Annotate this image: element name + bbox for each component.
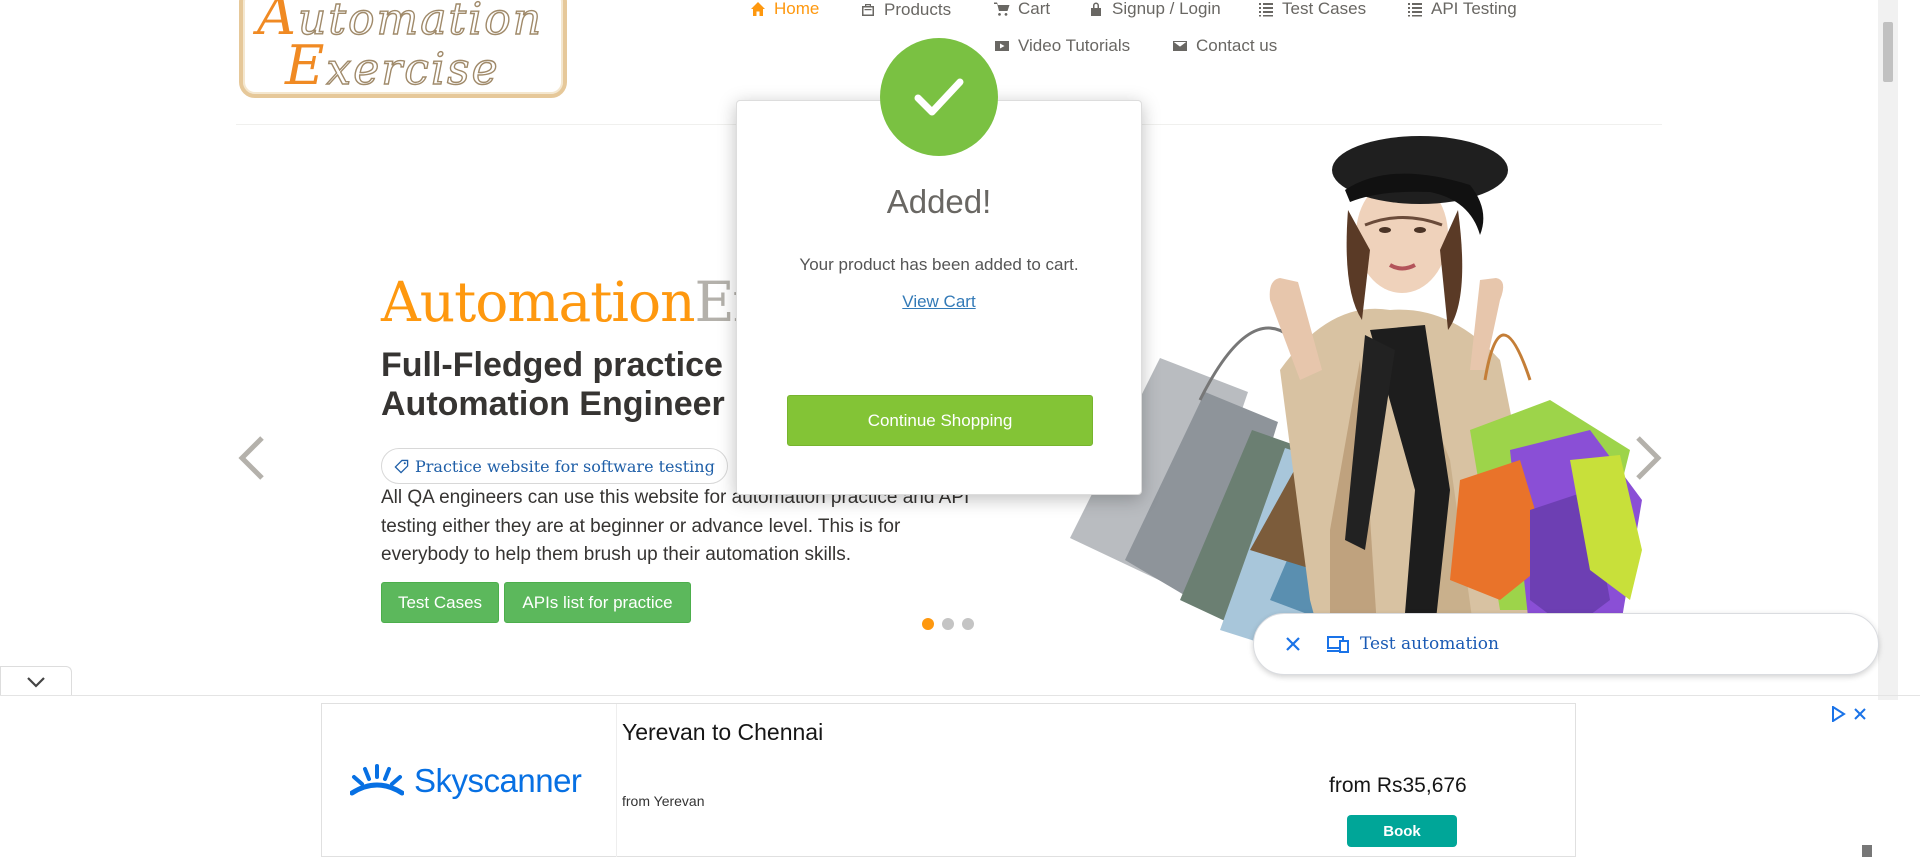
nav-home[interactable]: Home (750, 0, 819, 19)
apis-list-button[interactable]: APIs list for practice (504, 582, 691, 623)
cart-icon (994, 2, 1010, 16)
slider-dot[interactable] (962, 618, 974, 630)
modal-message: Your product has been added to cart. (799, 255, 1079, 274)
modal-title: Added! (886, 183, 992, 220)
sunrise-icon (350, 764, 404, 796)
tag-icon (394, 459, 409, 474)
home-icon (751, 2, 765, 16)
logo-line-2: Exercise (285, 34, 500, 97)
page-scrollbar[interactable] (1878, 0, 1898, 700)
site-logo[interactable]: Automation Exercise (239, 0, 567, 98)
scrollbar-thumb[interactable] (1883, 22, 1893, 82)
test-cases-button[interactable]: Test Cases (381, 582, 499, 623)
slider-brand: AutomationEx (381, 270, 765, 334)
main-nav: Home Products Cart Signup / Login Test C… (740, 0, 1640, 70)
list-icon (1259, 3, 1273, 17)
chevron-down-icon (27, 676, 45, 688)
adchoices-icon[interactable] (1830, 706, 1846, 722)
nav-signup-login[interactable]: Signup / Login (1088, 0, 1221, 19)
ad-brand-name: Skyscanner (414, 762, 582, 799)
view-cart-link[interactable]: View Cart (902, 292, 975, 311)
ad-divider (0, 695, 1920, 696)
close-icon (1286, 637, 1300, 651)
collapse-ad-button[interactable] (0, 666, 72, 696)
slider-dot[interactable] (922, 618, 934, 630)
slider-dot[interactable] (942, 618, 954, 630)
products-icon (862, 4, 874, 16)
ad-book-button[interactable]: Book (1347, 815, 1457, 847)
chip-search-text[interactable]: Test automation (1360, 634, 1499, 654)
nav-video-tutorials-label: Video Tutorials (1018, 36, 1131, 55)
ad-brand-logo: Skyscanner (350, 762, 582, 800)
nav-cart-label: Cart (1018, 0, 1051, 18)
lock-icon (1091, 2, 1101, 16)
nav-home-label: Home (774, 0, 820, 18)
nav-video-tutorials[interactable]: Video Tutorials (994, 36, 1130, 56)
ad-price: from Rs35,676 (1329, 774, 1467, 797)
ad-close-icon[interactable] (1852, 706, 1868, 722)
nav-api-testing-label: API Testing (1431, 0, 1517, 18)
modal-link-row: View Cart (737, 292, 1141, 312)
nav-contact-us[interactable]: Contact us (1172, 36, 1277, 56)
nav-products-label: Products (884, 0, 952, 19)
success-check-icon (880, 38, 998, 156)
envelope-icon (1173, 41, 1187, 51)
nav-test-cases[interactable]: Test Cases (1258, 0, 1366, 19)
ad-title: Yerevan to Chennai (622, 719, 824, 745)
ad-subtitle: from Yerevan (622, 793, 705, 809)
slider-next-arrow[interactable] (1630, 432, 1666, 484)
slider-prev-arrow[interactable] (234, 432, 270, 484)
devices-icon (1327, 636, 1349, 653)
chip-close-button[interactable] (1268, 619, 1318, 669)
nav-test-cases-label: Test Cases (1282, 0, 1367, 18)
search-suggestion-chip: Test automation (1253, 613, 1879, 675)
nav-contact-us-label: Contact us (1196, 36, 1278, 55)
ad-corner-marker (1862, 845, 1872, 857)
nav-cart[interactable]: Cart (994, 0, 1050, 19)
skyscanner-ad[interactable]: Skyscanner Yerevan to Chennai from Yerev… (321, 703, 1872, 857)
nav-api-testing[interactable]: API Testing (1407, 0, 1517, 19)
continue-shopping-button[interactable]: Continue Shopping (787, 395, 1093, 446)
added-to-cart-modal: Added! Your product has been added to ca… (736, 100, 1142, 495)
list-icon (1408, 3, 1422, 17)
slider-indicators (922, 618, 974, 630)
nav-signup-login-label: Signup / Login (1112, 0, 1221, 18)
practice-badge: Practice website for software testing (381, 448, 728, 484)
youtube-icon (995, 41, 1009, 51)
slider-description: All QA engineers can use this website fo… (381, 487, 970, 565)
ad-content: Yerevan to Chennai from Yerevan from Rs3… (616, 704, 1872, 857)
nav-products[interactable]: Products (860, 0, 951, 20)
practice-badge-label: Practice website for software testing (415, 456, 715, 476)
ad-choices (1830, 706, 1868, 722)
